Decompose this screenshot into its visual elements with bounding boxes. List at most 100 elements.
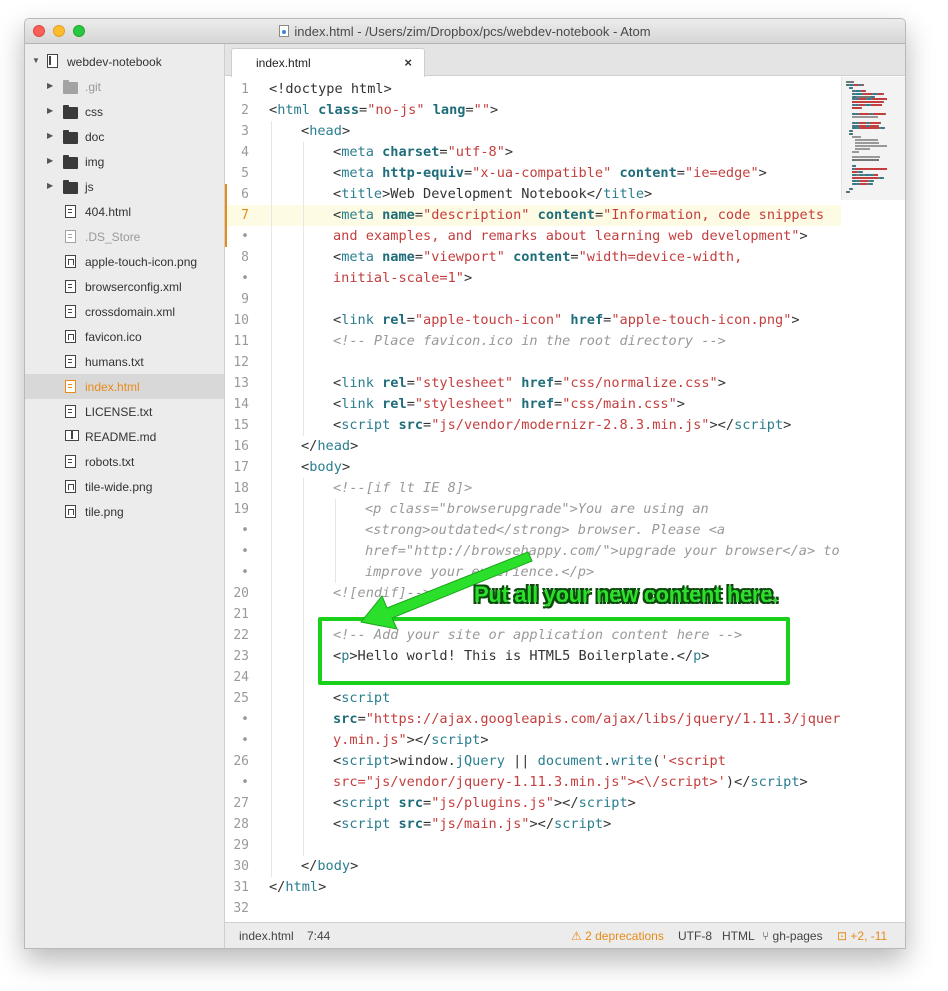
status-file-name[interactable]: index.html (239, 929, 294, 943)
code-line[interactable]: • y.min.js"></script> (225, 730, 841, 751)
file-text-icon (65, 205, 76, 218)
indent-guide (303, 646, 304, 667)
folder-icon (63, 105, 78, 119)
tree-item-license-txt[interactable]: LICENSE.txt (25, 399, 224, 424)
tree-item-crossdomain-xml[interactable]: crossdomain.xml (25, 299, 224, 324)
status-deprecations[interactable]: ⚠ 2 deprecations (571, 929, 664, 943)
status-cursor-position[interactable]: 7:44 (307, 929, 330, 943)
tree-root-folder[interactable]: ▼ webdev-notebook (25, 49, 224, 74)
code-token: src (398, 816, 424, 832)
tree-item-label: robots.txt (85, 455, 135, 469)
code-line[interactable]: 32 (225, 898, 841, 919)
code-line[interactable]: 2 <html class="no-js" lang=""> (225, 100, 841, 121)
status-branch[interactable]: ⑂ gh-pages (762, 929, 823, 943)
minimap-token (863, 83, 864, 86)
code-line[interactable]: 5 <meta http-equiv="x-ua-compatible" cont… (225, 163, 841, 184)
tree-item-tile-png[interactable]: tile.png (25, 499, 224, 524)
code-token: < (333, 375, 342, 391)
indent-guide (303, 268, 304, 289)
code-line[interactable]: 18 <!--[if lt IE 8]> (225, 478, 841, 499)
tree-item-tile-wide-png[interactable]: tile-wide.png (25, 474, 224, 499)
code-token: y.min.js" (333, 732, 407, 748)
indent-guide (303, 352, 304, 373)
indent-guide (271, 646, 272, 667)
code-line[interactable]: 31 </html> (225, 877, 841, 898)
minimap-token (855, 168, 887, 170)
minimap-token (859, 124, 866, 127)
code-line[interactable]: 27 <script src="js/plugins.js"></script> (225, 793, 841, 814)
code-area[interactable]: 1 <!doctype html> 2 <html class="no-js" lan… (225, 77, 841, 922)
code-line[interactable]: 1 <!doctype html> (225, 79, 841, 100)
code-line[interactable]: • src="js/vendor/jquery-1.11.3.min.js"><\… (225, 772, 841, 793)
code-token: = (594, 207, 604, 223)
indent-guide (271, 709, 272, 730)
folder-icon (63, 80, 78, 94)
minimap[interactable] (841, 77, 905, 200)
tree-item-js[interactable]: ▶ js (25, 174, 224, 199)
text-editor[interactable]: 1 <!doctype html> 2 <html class="no-js" lan… (225, 77, 905, 922)
code-line[interactable]: 7 <meta name="description" content="Infor… (225, 205, 841, 226)
code-text: <!-- Place favicon.ico in the root direc… (333, 331, 726, 352)
minimap-token (883, 101, 884, 104)
code-token: lang (432, 102, 466, 118)
code-token: link (341, 396, 374, 412)
tree-item-label: favicon.ico (85, 330, 142, 344)
minimap-token (861, 107, 862, 110)
code-line[interactable]: 29 (225, 835, 841, 856)
tree-item-img[interactable]: ▶ img (25, 149, 224, 174)
code-line[interactable]: 4 <meta charset="utf-8"> (225, 142, 841, 163)
tree-item-browserconfig-xml[interactable]: browserconfig.xml (25, 274, 224, 299)
code-text: src="https://ajax.googleapis.com/ajax/li… (333, 709, 840, 730)
code-line[interactable]: • and examples, and remarks about learnin… (225, 226, 841, 247)
code-line[interactable]: 26 <script>window.jQuery || document.writ… (225, 751, 841, 772)
status-encoding[interactable]: UTF-8 (678, 929, 712, 943)
code-token: rel (382, 375, 407, 391)
code-line[interactable]: 12 (225, 352, 841, 373)
indent-guide (271, 352, 272, 373)
code-token: href (570, 312, 604, 328)
code-token: <!-- Place favicon.ico in the root direc… (333, 333, 726, 349)
minimap-token (852, 101, 883, 104)
code-line[interactable]: 30 </body> (225, 856, 841, 877)
status-git-diff[interactable]: ⊡ +2, -11 (837, 929, 887, 943)
tree-item-ds-store[interactable]: .DS_Store (25, 224, 224, 249)
code-line[interactable]: 3 <head> (225, 121, 841, 142)
code-token: = (554, 375, 563, 391)
tree-item-404-html[interactable]: 404.html (25, 199, 224, 224)
code-token: ></ (529, 816, 555, 832)
code-line[interactable]: 16 </head> (225, 436, 841, 457)
tree-item-label: tile.png (85, 505, 124, 519)
tab-index-html[interactable]: index.html × (231, 48, 425, 77)
code-line[interactable]: 25 <script (225, 688, 841, 709)
code-line[interactable]: 11 <!-- Place favicon.ico in the root dir… (225, 331, 841, 352)
code-line[interactable]: • src="https://ajax.googleapis.com/ajax/l… (225, 709, 841, 730)
tree-item-apple-touch-icon-png[interactable]: apple-touch-icon.png (25, 249, 224, 274)
code-line[interactable]: 15 <script src="js/vendor/modernizr-2.8.3… (225, 415, 841, 436)
document-icon (279, 25, 290, 37)
tree-item-doc[interactable]: ▶ doc (25, 124, 224, 149)
code-line[interactable]: 13 <link rel="stylesheet" href="css/norma… (225, 373, 841, 394)
code-line[interactable]: 9 (225, 289, 841, 310)
tree-item-favicon-ico[interactable]: favicon.ico (25, 324, 224, 349)
tree-item-readme-md[interactable]: README.md (25, 424, 224, 449)
minimap-token (870, 121, 880, 124)
code-line[interactable]: 17 <body> (225, 457, 841, 478)
close-tab-icon[interactable]: × (404, 55, 412, 70)
code-line[interactable]: 28 <script src="js/main.js"></script> (225, 814, 841, 835)
code-line[interactable]: 14 <link rel="stylesheet" href="css/main.… (225, 394, 841, 415)
status-grammar[interactable]: HTML (722, 929, 755, 943)
indent-guide (303, 793, 304, 814)
code-line[interactable]: 19 <p class="browserupgrade">You are usin… (225, 499, 841, 520)
tree-item-css[interactable]: ▶ css (25, 99, 224, 124)
code-line[interactable]: 10 <link rel="apple-touch-icon" href="app… (225, 310, 841, 331)
code-line[interactable]: • initial-scale=1"> (225, 268, 841, 289)
tree-item-git[interactable]: ▶ .git (25, 74, 224, 99)
tree-item-humans-txt[interactable]: humans.txt (25, 349, 224, 374)
code-line[interactable]: 6 <title>Web Development Notebook</title> (225, 184, 841, 205)
line-number: 14 (233, 397, 249, 412)
line-number: 6 (241, 187, 249, 202)
tree-item-robots-txt[interactable]: robots.txt (25, 449, 224, 474)
tree-item-index-html[interactable]: index.html (25, 374, 224, 399)
code-token: = (406, 375, 415, 391)
code-line[interactable]: 8 <meta name="viewport" content="width=de… (225, 247, 841, 268)
